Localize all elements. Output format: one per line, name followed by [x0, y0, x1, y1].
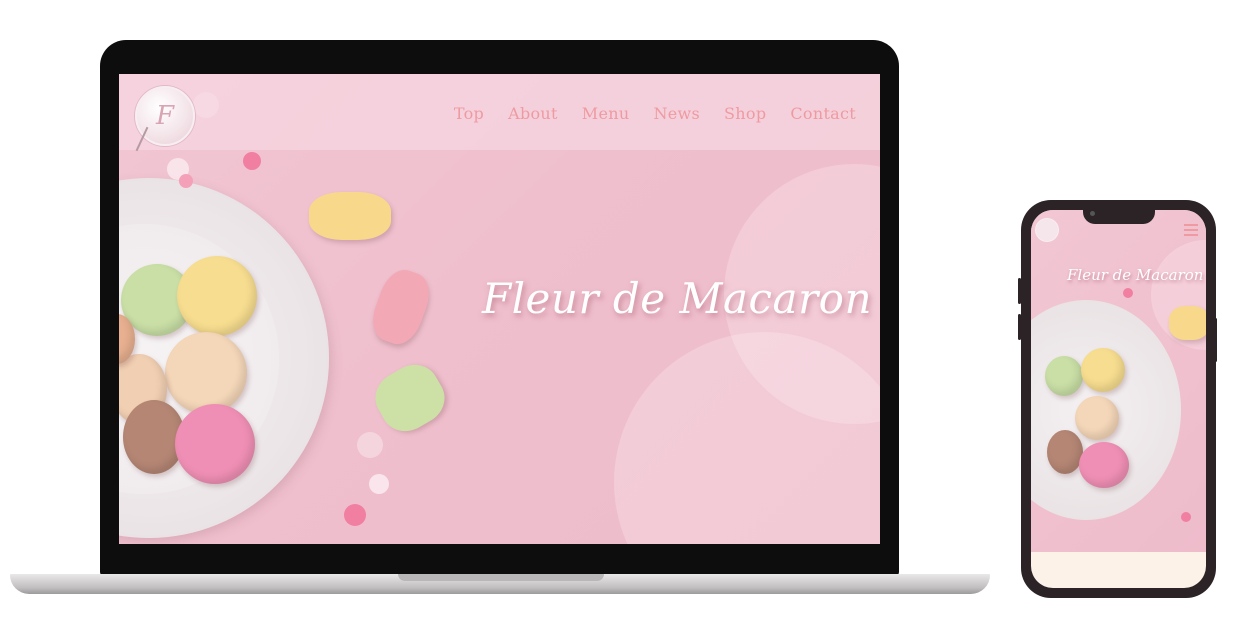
- macaron-chocolate: [1047, 430, 1083, 474]
- confetti-dot: [369, 474, 389, 494]
- phone-side-button: [1018, 314, 1021, 340]
- hero-title: Fleur de Macaron: [481, 274, 872, 323]
- nav-item-contact[interactable]: Contact: [790, 104, 856, 123]
- nav-item-shop[interactable]: Shop: [724, 104, 766, 123]
- phone-hero: Fleur de Macaron: [1031, 210, 1206, 552]
- confetti-dot: [243, 152, 261, 170]
- hero-decor-circle: [614, 332, 880, 544]
- macaron-pink: [175, 404, 255, 484]
- logo-monogram: F: [155, 101, 175, 131]
- phone-side-button: [1018, 278, 1021, 304]
- nav-item-menu[interactable]: Menu: [582, 104, 630, 123]
- laptop-screen: F Top About Menu News Shop Contact Fleur…: [119, 74, 880, 544]
- macaron-pink: [1079, 442, 1129, 488]
- site-header: F Top About Menu News Shop Contact: [119, 74, 880, 152]
- hamburger-menu-icon[interactable]: [1184, 224, 1198, 236]
- macaron-pink-loose: [365, 264, 437, 350]
- macaron-yellow-loose: [1169, 306, 1206, 340]
- phone-hero-title: Fleur de Macaron: [1067, 266, 1204, 284]
- nav-item-about[interactable]: About: [508, 104, 558, 123]
- confetti-dot: [179, 174, 193, 188]
- confetti-dot: [357, 432, 383, 458]
- macaron-cream-speckled: [165, 332, 247, 414]
- macaron-green: [1045, 356, 1083, 396]
- confetti-dot: [1123, 288, 1133, 298]
- confetti-dot: [1181, 512, 1191, 522]
- phone-camera: [1090, 211, 1095, 216]
- nav-item-top[interactable]: Top: [454, 104, 484, 123]
- macaron-yellow: [177, 256, 257, 336]
- macaron-cream-speckled: [1075, 396, 1119, 440]
- confetti-dot: [344, 504, 366, 526]
- phone-side-button: [1214, 318, 1217, 362]
- macaron-yellow-loose: [309, 192, 391, 240]
- macaron-green-loose: [366, 355, 454, 441]
- phone-site-logo[interactable]: [1035, 218, 1059, 242]
- nav-item-news[interactable]: News: [653, 104, 700, 123]
- macaron-yellow: [1081, 348, 1125, 392]
- phone-screen: Fleur de Macaron: [1031, 210, 1206, 588]
- main-nav: Top About Menu News Shop Contact: [454, 104, 856, 123]
- laptop-base-notch: [398, 574, 604, 581]
